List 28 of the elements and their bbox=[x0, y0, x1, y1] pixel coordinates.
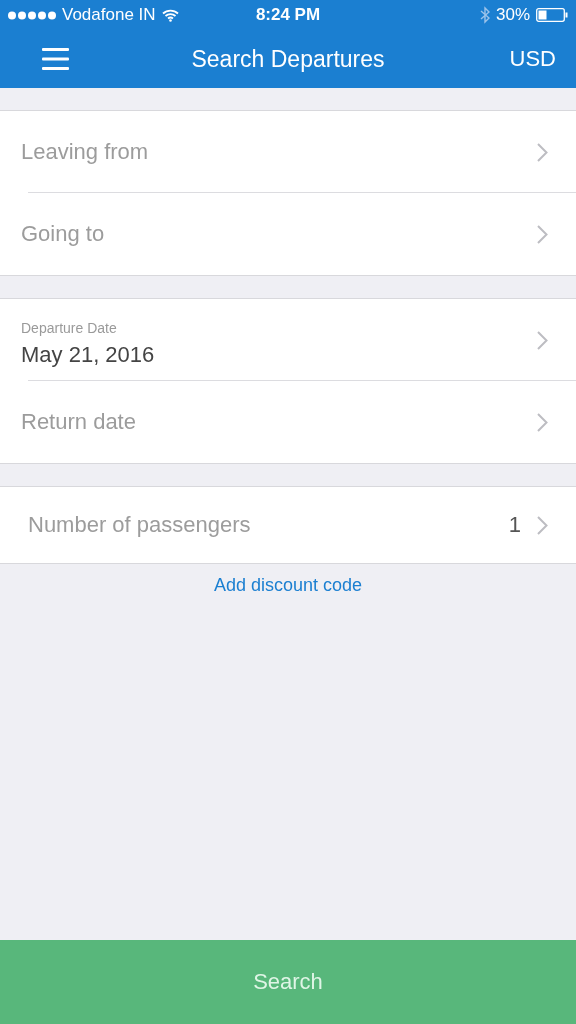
form-row[interactable]: Return date bbox=[0, 381, 576, 463]
chevron-icon bbox=[537, 330, 548, 350]
wifi-icon bbox=[161, 8, 179, 22]
form-row[interactable]: Leaving from bbox=[0, 111, 576, 193]
field-placeholder: Return date bbox=[21, 409, 136, 435]
menu-icon[interactable] bbox=[42, 48, 69, 70]
field-value: May 21, 2016 bbox=[21, 342, 155, 368]
field-label: Number of passengers bbox=[28, 512, 251, 538]
chevron-icon bbox=[537, 224, 548, 244]
battery-percent: 30% bbox=[495, 5, 530, 25]
passenger-count: 1 bbox=[508, 512, 521, 538]
signal-icon bbox=[8, 10, 56, 20]
field-placeholder: Going to bbox=[21, 221, 105, 247]
discount-link[interactable]: Add discount code bbox=[213, 575, 363, 596]
chevron-icon bbox=[537, 412, 548, 432]
form-row[interactable]: Number of passengers 1 bbox=[0, 487, 576, 563]
carrier-name: Vodafone IN bbox=[62, 5, 156, 25]
form-row[interactable]: Going to bbox=[0, 193, 576, 275]
battery-icon bbox=[536, 8, 568, 22]
form-row[interactable]: Departure Date May 21, 2016 bbox=[0, 299, 576, 381]
field-label: Departure Date bbox=[21, 320, 118, 336]
status-time: 8:24 PM bbox=[255, 5, 321, 25]
currency-button[interactable]: USD bbox=[509, 46, 556, 72]
chevron-icon bbox=[537, 515, 548, 535]
chevron-icon bbox=[537, 142, 548, 162]
bluetooth-icon bbox=[479, 6, 490, 24]
screen-title: Search Departures bbox=[191, 45, 385, 73]
field-placeholder: Leaving from bbox=[21, 139, 149, 165]
